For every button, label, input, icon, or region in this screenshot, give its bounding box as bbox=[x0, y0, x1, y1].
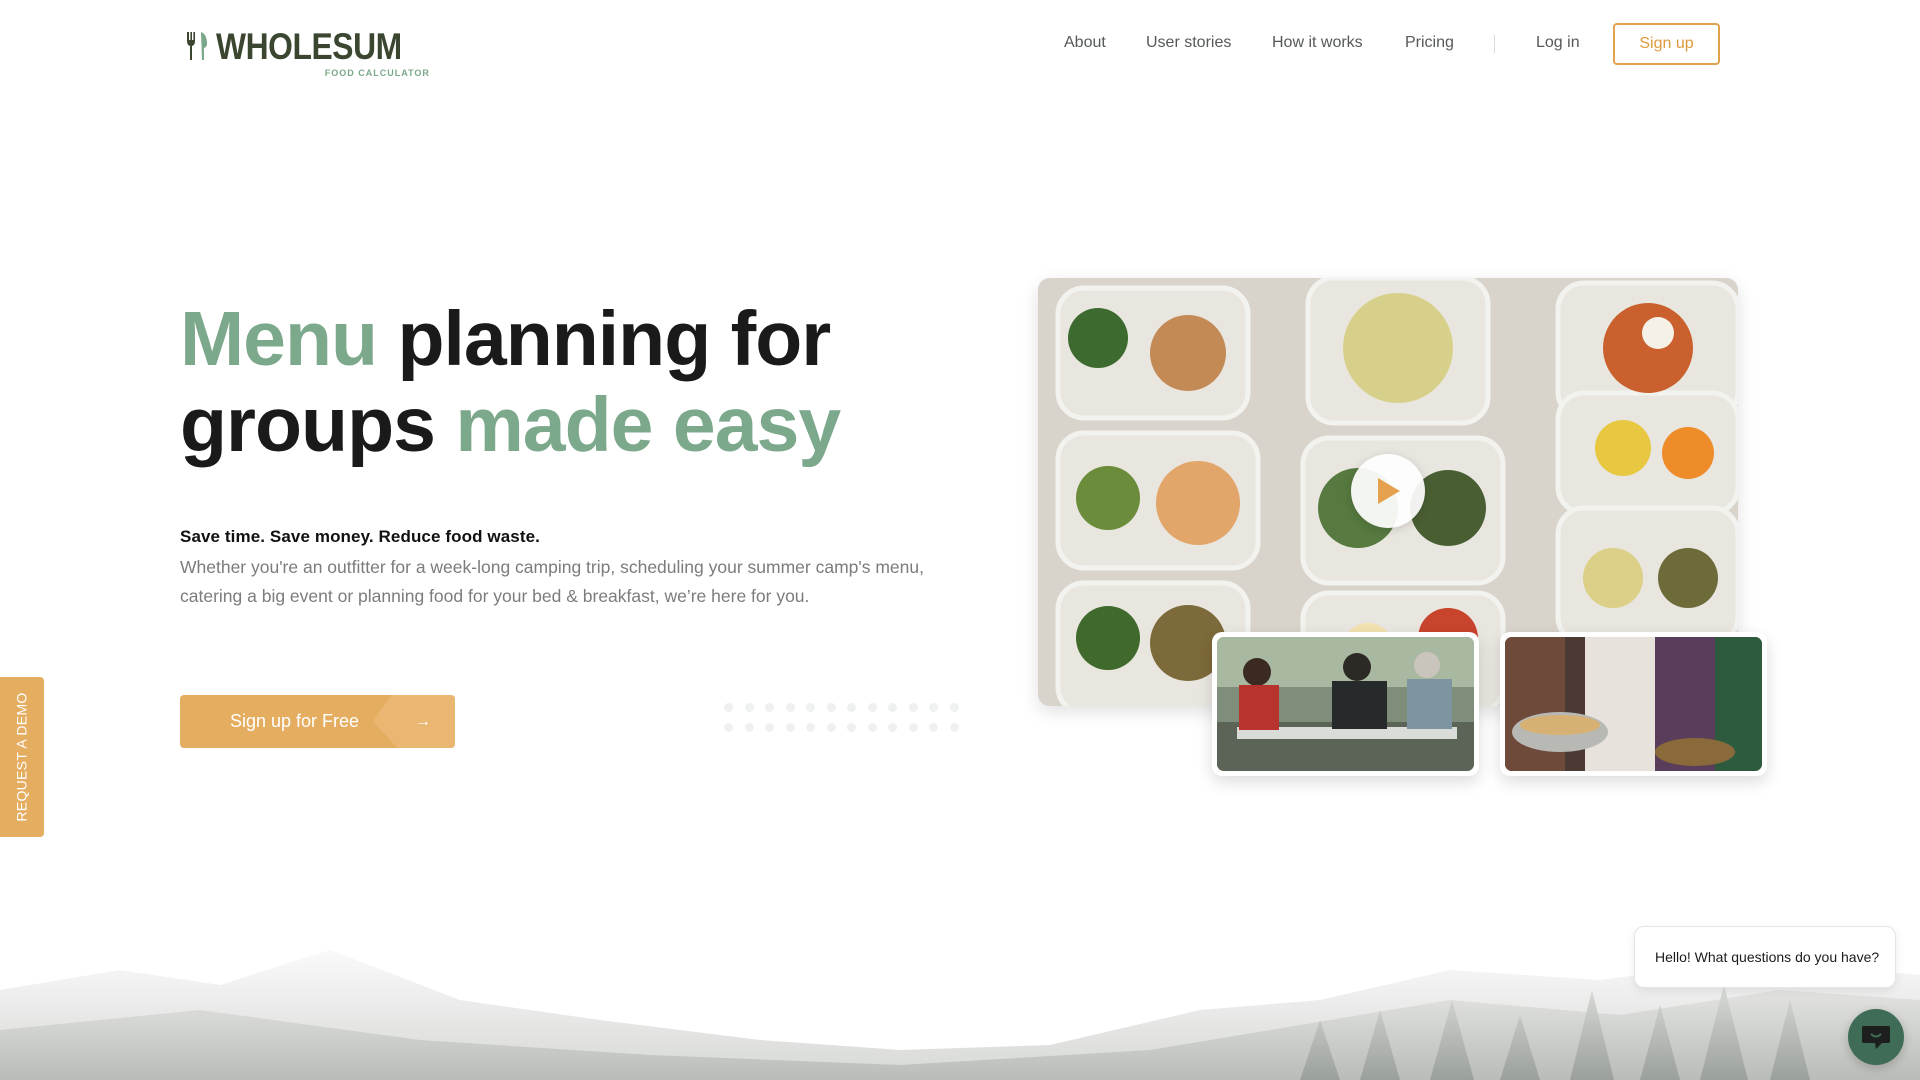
hero-tagline: Save time. Save money. Reduce food waste… bbox=[180, 527, 540, 546]
thumbnail-food-serving[interactable] bbox=[1500, 632, 1767, 776]
decorative-dot bbox=[929, 703, 938, 712]
decorative-dot bbox=[806, 723, 815, 732]
hero-title-accent-easy: made easy bbox=[455, 382, 841, 468]
decorative-dot bbox=[847, 723, 856, 732]
decorative-dot bbox=[949, 703, 959, 712]
mountain-forest-background bbox=[0, 930, 1920, 1080]
chat-icon bbox=[1862, 1026, 1890, 1049]
decorative-dot bbox=[888, 723, 897, 732]
nav-pricing[interactable]: Pricing bbox=[1405, 34, 1454, 52]
cooking-outdoors-image bbox=[1217, 637, 1474, 771]
decorative-dots bbox=[724, 703, 964, 739]
decorative-dot bbox=[847, 703, 856, 712]
decorative-dot bbox=[908, 703, 918, 712]
decorative-dot bbox=[724, 723, 733, 732]
nav-how-it-works[interactable]: How it works bbox=[1272, 34, 1363, 52]
signup-button[interactable]: Sign up bbox=[1613, 23, 1720, 65]
hero-title: Menu planning for groups made easy bbox=[180, 296, 900, 468]
play-button[interactable] bbox=[1351, 454, 1425, 528]
decorative-dot bbox=[785, 703, 795, 712]
chat-greeting-bubble[interactable]: Hello! What questions do you have? bbox=[1634, 926, 1896, 988]
fork-knife-icon bbox=[187, 32, 207, 60]
brand-name: WHOLESUM bbox=[216, 26, 402, 67]
decorative-dot bbox=[785, 723, 795, 732]
request-demo-tab[interactable]: REQUEST A DEMO bbox=[0, 677, 44, 837]
decorative-dot bbox=[765, 703, 774, 712]
decorative-dot bbox=[929, 723, 938, 732]
food-serving-image bbox=[1505, 637, 1762, 771]
decorative-dot bbox=[867, 703, 877, 712]
decorative-dot bbox=[826, 703, 836, 712]
decorative-dot bbox=[724, 703, 733, 712]
nav-user-stories[interactable]: User stories bbox=[1146, 34, 1231, 52]
decorative-dot bbox=[908, 723, 918, 732]
logo[interactable]: WHOLESUM FOOD CALCULATOR bbox=[184, 28, 432, 80]
decorative-dot bbox=[867, 723, 877, 732]
decorative-dot bbox=[744, 723, 754, 732]
thumbnail-cooking-outdoors[interactable] bbox=[1212, 632, 1479, 776]
nav-login[interactable]: Log in bbox=[1536, 34, 1580, 52]
arrow-right-icon: → bbox=[373, 695, 455, 748]
play-icon bbox=[1378, 478, 1400, 504]
decorative-dot bbox=[949, 723, 959, 732]
decorative-dot bbox=[744, 703, 754, 712]
decorative-dot bbox=[826, 723, 836, 732]
brand-subtitle: FOOD CALCULATOR bbox=[324, 68, 430, 78]
signup-free-button[interactable]: Sign up for Free → bbox=[180, 695, 455, 748]
decorative-dot bbox=[765, 723, 774, 732]
hero-description: Whether you're an outfitter for a week-l… bbox=[180, 557, 924, 606]
decorative-dot bbox=[888, 703, 897, 712]
request-demo-label: REQUEST A DEMO bbox=[14, 692, 31, 822]
nav-divider bbox=[1494, 35, 1495, 53]
nav-about[interactable]: About bbox=[1064, 34, 1106, 52]
decorative-dot bbox=[806, 703, 815, 712]
signup-free-label: Sign up for Free bbox=[230, 711, 360, 731]
hero-title-planning: planning for bbox=[377, 296, 831, 382]
hero-title-accent-menu: Menu bbox=[180, 296, 378, 382]
chat-launcher-button[interactable] bbox=[1848, 1009, 1904, 1065]
hero-title-groups: groups bbox=[180, 382, 456, 468]
